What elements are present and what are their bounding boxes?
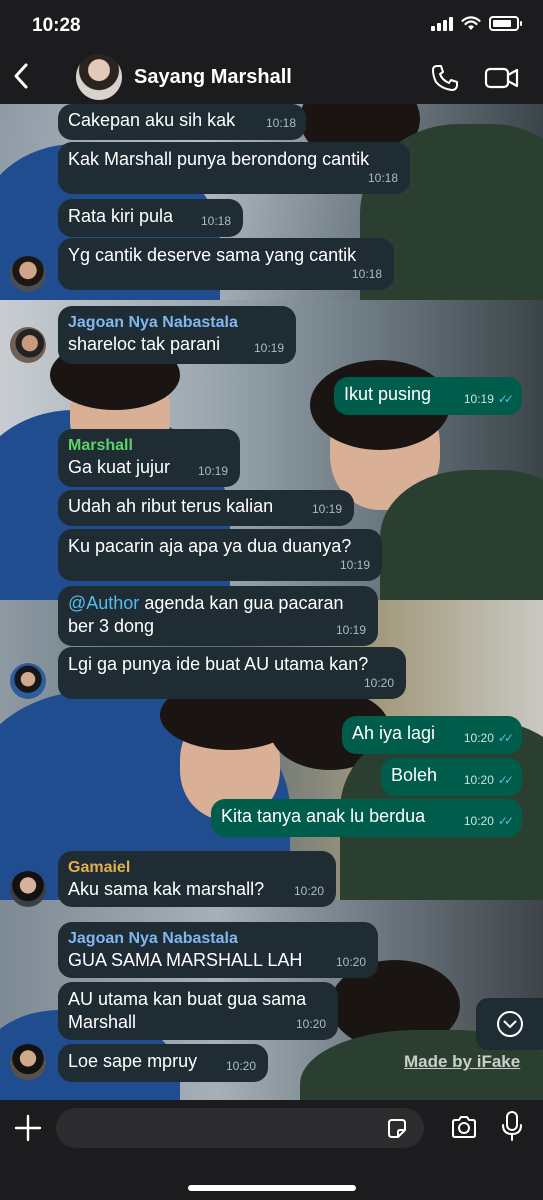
message-outgoing[interactable]: Ikut pusing 10:19 ✓✓: [334, 377, 522, 415]
status-time: 10:28: [32, 15, 81, 36]
message-incoming[interactable]: Jagoan Nya Nabastala shareloc tak parani…: [58, 306, 296, 364]
microphone-icon[interactable]: [500, 1110, 524, 1142]
message-sender: Jagoan Nya Nabastala: [68, 930, 238, 947]
home-indicator: [188, 1185, 356, 1191]
message-time: 10:19: [197, 464, 228, 478]
message-incoming[interactable]: Cakepan aku sih kak 10:18: [58, 104, 306, 140]
message-text: Udah ah ribut terus kalian: [68, 496, 274, 516]
message-outgoing[interactable]: Ah iya lagi 10:20 ✓✓: [342, 716, 522, 754]
back-chevron-icon[interactable]: [10, 60, 34, 92]
watermark: Made by iFake: [404, 1052, 521, 1071]
message-sender: Marshall: [68, 437, 133, 454]
message-time: 10:20: [463, 773, 494, 787]
message-time: 10:19: [253, 341, 284, 355]
message-time: 10:20: [463, 731, 494, 745]
message-time: 10:18: [367, 171, 398, 185]
avatar[interactable]: [10, 256, 46, 292]
scroll-to-bottom-button[interactable]: [476, 998, 543, 1050]
double-check-icon: ✓✓: [497, 392, 514, 406]
avatar[interactable]: [10, 1044, 46, 1080]
message-incoming[interactable]: Marshall Ga kuat jujur 10:19: [58, 429, 240, 487]
message-incoming[interactable]: Udah ah ribut terus kalian 10:19: [58, 490, 354, 526]
message-text-line2: ber 3 dong: [68, 616, 155, 636]
message-text-line2: Marshall: [68, 1012, 137, 1032]
avatar[interactable]: [10, 663, 46, 699]
contact-name[interactable]: Sayang Marshall: [134, 66, 292, 89]
message-incoming[interactable]: Lgi ga punya ide buat AU utama kan? 10:2…: [58, 647, 406, 699]
double-check-icon: ✓✓: [497, 773, 514, 787]
message-time: 10:20: [293, 884, 324, 898]
chevron-down-icon: [496, 1011, 523, 1037]
message-text: Kak Marshall punya berondong cantik: [68, 149, 370, 169]
double-check-icon: ✓✓: [497, 814, 514, 828]
message-text: Aku sama kak marshall?: [68, 879, 265, 899]
video-camera-icon[interactable]: [484, 64, 520, 92]
message-time: 10:19: [335, 623, 366, 637]
message-time: 10:18: [265, 116, 296, 130]
message-incoming[interactable]: Ku pacarin aja apa ya dua duanya? 10:19: [58, 529, 382, 581]
message-incoming[interactable]: Rata kiri pula 10:18: [58, 199, 243, 237]
message-time: 10:19: [339, 558, 370, 572]
avatar[interactable]: [10, 871, 46, 907]
message-incoming[interactable]: @Author agenda kan gua pacaran ber 3 don…: [58, 586, 378, 646]
mention-link[interactable]: @Author: [68, 593, 139, 613]
chat-header: Sayang Marshall: [0, 50, 543, 104]
message-status: 10:20 ✓✓: [463, 727, 514, 750]
message-incoming[interactable]: Loe sape mpruy 10:20: [58, 1044, 268, 1082]
message-time: 10:20: [295, 1017, 326, 1031]
message-incoming[interactable]: Jagoan Nya Nabastala GUA SAMA MARSHALL L…: [58, 922, 378, 978]
contact-avatar[interactable]: [76, 54, 122, 100]
message-text: Cakepan aku sih kak: [68, 110, 236, 130]
message-time: 10:20: [463, 814, 494, 828]
wifi-icon: [461, 16, 481, 30]
message-time: 10:18: [200, 214, 231, 228]
avatar[interactable]: [10, 327, 46, 363]
message-text: Lgi ga punya ide buat AU utama kan?: [68, 654, 369, 674]
message-time: 10:19: [311, 502, 342, 516]
message-time: 10:19: [463, 392, 494, 406]
message-time: 10:20: [363, 676, 394, 690]
double-check-icon: ✓✓: [497, 731, 514, 745]
message-time: 10:20: [335, 955, 366, 969]
sticker-icon[interactable]: [385, 1117, 409, 1141]
message-incoming[interactable]: Yg cantik deserve sama yang cantik 10:18: [58, 238, 394, 290]
message-status: 10:19 ✓✓: [463, 388, 514, 411]
message-status: 10:20 ✓✓: [463, 769, 514, 792]
message-incoming[interactable]: Kak Marshall punya berondong cantik 10:1…: [58, 142, 410, 194]
plus-icon[interactable]: [14, 1114, 42, 1142]
message-outgoing[interactable]: Kita tanya anak lu berdua 10:20 ✓✓: [211, 799, 522, 837]
message-outgoing[interactable]: Boleh 10:20 ✓✓: [381, 758, 522, 796]
message-text: @Author agenda kan gua pacaran: [68, 593, 344, 613]
message-time: 10:20: [225, 1059, 256, 1073]
message-time: 10:18: [351, 267, 382, 281]
composer-bar: [0, 1100, 543, 1200]
status-icons: [431, 16, 522, 31]
message-text: AU utama kan buat gua sama: [68, 989, 307, 1009]
cellular-signal-icon: [431, 16, 453, 31]
message-text: Ku pacarin aja apa ya dua duanya?: [68, 536, 352, 556]
message-sender: Jagoan Nya Nabastala: [68, 314, 238, 331]
message-incoming[interactable]: AU utama kan buat gua sama Marshall 10:2…: [58, 982, 338, 1040]
message-sender: Gamaiel: [68, 859, 131, 876]
battery-icon: [489, 16, 522, 31]
status-bar: 10:28: [0, 0, 543, 50]
message-input[interactable]: [56, 1108, 424, 1148]
message-text: GUA SAMA MARSHALL LAH: [68, 950, 303, 970]
message-incoming[interactable]: Gamaiel Aku sama kak marshall? 10:20: [58, 851, 336, 907]
phone-icon[interactable]: [430, 63, 460, 93]
camera-icon[interactable]: [450, 1113, 478, 1141]
message-text: Yg cantik deserve sama yang cantik: [68, 245, 357, 265]
message-status: 10:20 ✓✓: [463, 810, 514, 833]
